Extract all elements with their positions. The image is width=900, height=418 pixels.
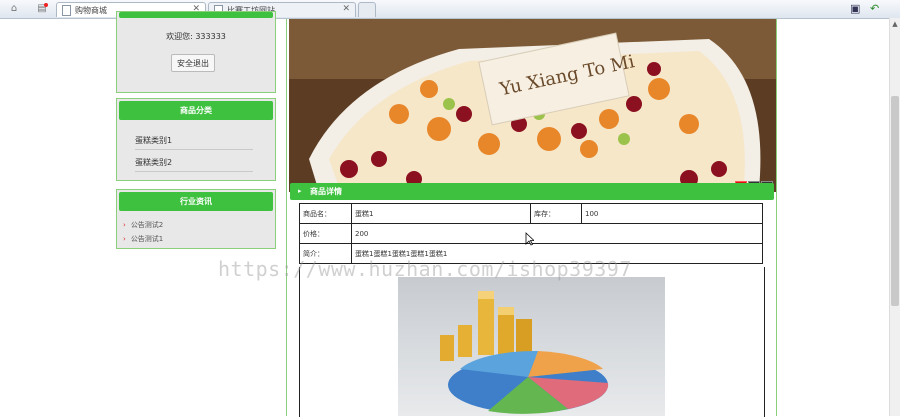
category-item[interactable]: 蛋糕类别2: [135, 157, 253, 172]
scrollbar-thumb[interactable]: [891, 96, 899, 306]
divider: [776, 19, 777, 416]
bullet-icon: ›: [123, 235, 126, 243]
product-image: [398, 277, 665, 416]
panel-header: [119, 12, 273, 18]
notification-dot: [44, 3, 48, 7]
watermark-text: https://www.huzhan.com/ishop39397: [218, 257, 632, 281]
category-item[interactable]: 蛋糕类别1: [135, 135, 253, 150]
panel-title: 商品分类: [180, 106, 212, 115]
save-icon[interactable]: ▣: [850, 2, 860, 15]
mouse-cursor-icon: [525, 232, 534, 246]
home-icon[interactable]: ⌂: [8, 3, 20, 15]
welcome-text: 欢迎您: 333333: [166, 32, 226, 41]
page-scrollbar[interactable]: ▲: [889, 18, 900, 416]
name-value: 蛋糕1: [351, 203, 531, 224]
close-icon[interactable]: ✕: [342, 4, 350, 14]
news-item-label: 公告测试1: [130, 235, 164, 243]
stock-value: 100: [581, 203, 763, 224]
back-arrow-icon[interactable]: ↶: [870, 2, 879, 15]
news-panel: 行业资讯 › 公告测试2 › 公告测试1: [116, 189, 276, 249]
arrow-right-icon: ▸: [298, 187, 302, 195]
news-item[interactable]: › 公告测试2: [123, 220, 163, 230]
bullet-icon: ›: [123, 221, 126, 229]
banner-slider[interactable]: Yu Xiang To Mi 1 2 3: [289, 19, 776, 192]
new-tab-button[interactable]: [358, 2, 376, 17]
stock-label: 库存：: [530, 203, 582, 224]
price-label: 价格：: [299, 223, 352, 244]
pie-chart-image: [440, 291, 609, 414]
news-item-label: 公告测试2: [130, 221, 164, 229]
cake-image: Yu Xiang To Mi: [289, 19, 776, 192]
panel-title: 行业资讯: [180, 197, 212, 206]
price-value: 200: [351, 223, 763, 244]
panel-header: 行业资讯: [119, 192, 273, 211]
name-label: 商品名：: [299, 203, 352, 224]
logout-button[interactable]: 安全退出: [171, 54, 215, 72]
tab-title: 购物商城: [75, 6, 107, 15]
detail-title: 商品详情: [310, 187, 342, 196]
user-panel: 欢迎您: 333333 安全退出: [116, 11, 276, 93]
document-icon: [62, 5, 71, 16]
divider: [286, 19, 287, 416]
scroll-up-icon[interactable]: ▲: [891, 20, 899, 28]
detail-header: ▸ 商品详情: [290, 183, 774, 200]
category-panel: 商品分类 蛋糕类别1 蛋糕类别2: [116, 98, 276, 181]
news-item[interactable]: › 公告测试1: [123, 234, 163, 244]
panel-header: 商品分类: [119, 101, 273, 120]
